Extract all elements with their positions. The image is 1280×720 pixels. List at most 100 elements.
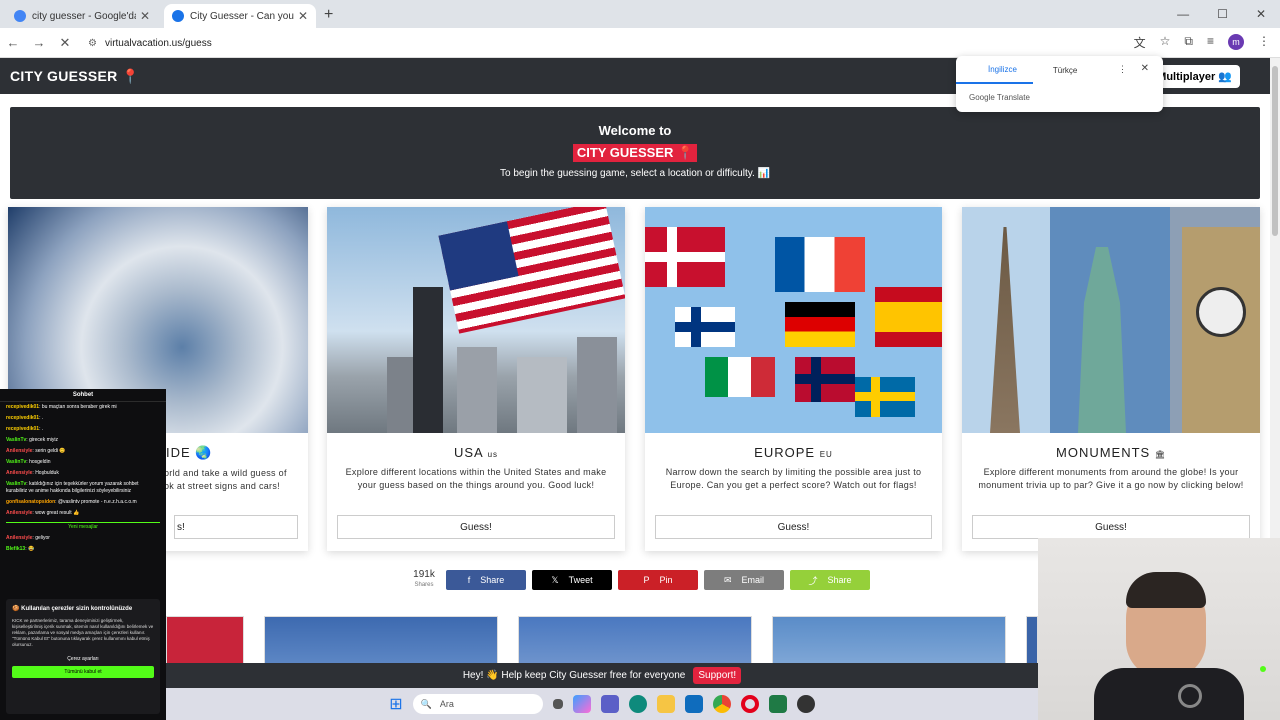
- preview-thumbnail[interactable]: [1026, 616, 1038, 664]
- card-title: USA us: [453, 445, 499, 460]
- windows-taskbar: ⊞ 🔍 Ara: [166, 688, 1038, 720]
- chat-message: Anilensiyle: wow great result 👍: [6, 510, 80, 516]
- minimize-icon[interactable]: —: [1177, 7, 1189, 21]
- taskbar-search[interactable]: 🔍 Ara: [412, 694, 543, 714]
- google-translate-popup: İngilizce Türkçe ⋮ ✕ Google Translate: [956, 56, 1163, 112]
- facebook-icon: f: [467, 575, 471, 585]
- reading-list-icon[interactable]: ≡: [1207, 34, 1214, 51]
- welcome-brand: CITY GUESSER 📍: [572, 144, 698, 162]
- address-bar-row: ← → ✕ ⚙ virtualvacation.us/guess 文 ☆ ⧉ ≡…: [0, 28, 1280, 58]
- accept-all-cookies-button[interactable]: Tümünü kabul et: [12, 666, 154, 678]
- welcome-brand-text: CITY GUESSER: [576, 145, 674, 160]
- browser-toolbar-icons: 文 ☆ ⧉ ≡ m ⋮: [1134, 34, 1270, 51]
- menu-icon[interactable]: ⋮: [1258, 34, 1270, 51]
- chat-message: Anilensiyle: serin geldi 😊: [6, 448, 66, 454]
- monument-icon: 🏛: [1154, 450, 1166, 459]
- twitter-share-button[interactable]: 𝕏 Tweet: [532, 570, 612, 590]
- new-messages-divider: Yeni mesajlar: [6, 522, 160, 530]
- cookie-consent-panel: 🍪 Kullanılan çerezler sizin kontrolünüzd…: [6, 599, 160, 714]
- cookie-text: KICK ve partnerlerimiz, tarama deneyimin…: [12, 618, 154, 647]
- windows-start-icon[interactable]: ⊞: [389, 694, 402, 714]
- tab-title: City Guesser - Can you guess w: [190, 10, 294, 22]
- url-field[interactable]: ⚙ virtualvacation.us/guess: [80, 32, 1100, 54]
- close-window-icon[interactable]: ✕: [1256, 7, 1266, 21]
- lang-turkish-tab[interactable]: Türkçe: [1033, 66, 1077, 75]
- email-share-button[interactable]: ✉ Email: [704, 570, 784, 590]
- eiffel-tower: [990, 227, 1020, 433]
- support-button[interactable]: Support!: [693, 667, 742, 684]
- guess-button[interactable]: Guess!: [655, 515, 932, 539]
- scrollbar-thumb[interactable]: [1272, 66, 1278, 236]
- facebook-share-button[interactable]: f Share: [446, 570, 526, 590]
- google-icon: [14, 10, 26, 22]
- pinterest-share-button[interactable]: P Pin: [618, 570, 698, 590]
- streamer-body: [1094, 668, 1244, 720]
- close-icon[interactable]: ✕: [140, 9, 150, 23]
- chat-message: recepivedik01: .: [6, 415, 44, 421]
- stream-chat-overlay: Sohbet recepivedik01: bu maçtan sonra be…: [0, 389, 166, 720]
- card-monuments[interactable]: MONUMENTS 🏛 Explore different monuments …: [962, 207, 1260, 551]
- browser-tab-cityguesser[interactable]: City Guesser - Can you guess w ✕: [164, 4, 316, 28]
- close-icon[interactable]: ✕: [1141, 63, 1149, 74]
- card-description: Narrow down the search by limiting the p…: [665, 467, 922, 490]
- chat-message: VaslinTv: hosgeldin: [6, 459, 51, 465]
- copilot-icon[interactable]: [572, 695, 591, 713]
- site-logo[interactable]: CITY GUESSER 📍: [10, 68, 140, 85]
- lang-english-tab[interactable]: İngilizce: [956, 56, 1033, 84]
- preview-thumbnail[interactable]: [518, 616, 752, 664]
- preview-thumbnail[interactable]: [166, 616, 244, 664]
- site-info-icon[interactable]: ⚙: [88, 38, 97, 49]
- translate-tabs: İngilizce Türkçe: [956, 56, 1163, 84]
- translate-icon[interactable]: 文: [1134, 34, 1146, 51]
- more-options-icon[interactable]: ⋮: [1118, 64, 1127, 75]
- preview-thumbnail[interactable]: [264, 616, 498, 664]
- window-controls: — ☐ ✕: [1177, 0, 1280, 28]
- google-translate-label: Google Translate: [969, 93, 1030, 102]
- opera-icon[interactable]: [740, 695, 759, 713]
- task-view-icon[interactable]: [552, 699, 563, 709]
- card-tag: EU: [819, 450, 833, 459]
- card-title: EUROPE EU: [754, 445, 833, 460]
- file-explorer-icon[interactable]: [656, 695, 675, 713]
- pinterest-icon: P: [643, 575, 650, 585]
- card-usa[interactable]: USA us Explore different locations withi…: [327, 207, 625, 551]
- chrome-icon[interactable]: [712, 695, 731, 713]
- users-icon: 👥: [1218, 71, 1232, 83]
- teams-icon[interactable]: [600, 695, 619, 713]
- multiplayer-label: Multiplayer: [1157, 71, 1216, 83]
- x-icon: 𝕏: [551, 574, 559, 585]
- edge-icon[interactable]: [628, 695, 647, 713]
- guess-button[interactable]: s!: [174, 515, 298, 539]
- cookie-settings-button[interactable]: Çerez ayarları: [12, 654, 154, 664]
- streamer-hair: [1126, 572, 1206, 608]
- bookmark-star-icon[interactable]: ☆: [1160, 34, 1171, 51]
- new-tab-button[interactable]: +: [324, 6, 333, 24]
- chat-message: Anilensiyle: geliyor: [6, 535, 50, 541]
- back-icon[interactable]: ←: [0, 35, 26, 50]
- chat-message: recepivedik01: bu maçtan sonra beraber g…: [6, 404, 117, 410]
- guess-button[interactable]: Guess!: [337, 515, 615, 539]
- excel-icon[interactable]: [768, 695, 787, 713]
- app-icon[interactable]: [796, 695, 815, 713]
- card-title: MONUMENTS 🏛: [1056, 445, 1166, 460]
- profile-avatar[interactable]: m: [1228, 34, 1244, 50]
- stop-icon[interactable]: ✕: [52, 35, 78, 51]
- share-icon: ⤴: [808, 575, 818, 586]
- statue-of-liberty: [1078, 247, 1126, 433]
- preview-thumbnail[interactable]: [772, 616, 1006, 664]
- card-description: Explore different locations within the U…: [345, 467, 607, 490]
- extensions-icon[interactable]: ⧉: [1184, 34, 1193, 51]
- maximize-icon[interactable]: ☐: [1217, 7, 1228, 21]
- search-icon: 🔍: [420, 698, 432, 709]
- webcam-overlay: [1038, 538, 1280, 720]
- close-icon[interactable]: ✕: [298, 9, 308, 23]
- card-europe[interactable]: EUROPE EU Narrow down the search by limi…: [645, 207, 942, 551]
- map-pin-icon: 📍: [677, 145, 694, 160]
- forward-icon[interactable]: →: [26, 35, 52, 50]
- europe-flags-image: [645, 207, 942, 433]
- guess-button[interactable]: Guess!: [972, 515, 1250, 539]
- outlook-icon[interactable]: [684, 695, 703, 713]
- browser-tab-search[interactable]: city guesser - Google'da Ara ✕: [6, 4, 158, 28]
- sharethis-share-button[interactable]: ⤴ Share: [790, 570, 870, 590]
- green-indicator-icon: [1260, 666, 1266, 672]
